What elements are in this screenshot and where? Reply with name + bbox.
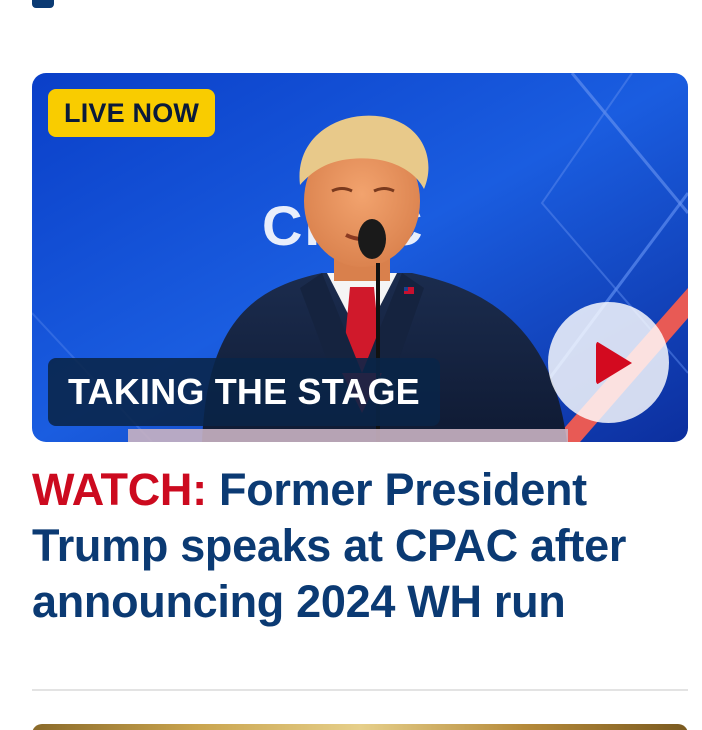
live-now-badge: LIVE NOW — [48, 89, 216, 137]
previous-section-heading — [32, 0, 54, 8]
featured-video-card[interactable]: CPAC — [32, 73, 688, 442]
news-page: CPAC — [0, 0, 702, 730]
video-banner-label: TAKING THE STAGE — [48, 358, 440, 426]
article-headline[interactable]: WATCH: Former President Trump speaks at … — [32, 462, 672, 630]
play-button[interactable] — [548, 302, 669, 423]
next-story-thumbnail[interactable] — [32, 724, 688, 730]
section-divider — [32, 689, 688, 691]
play-icon — [595, 340, 632, 385]
headline-kicker: WATCH: — [32, 464, 207, 515]
